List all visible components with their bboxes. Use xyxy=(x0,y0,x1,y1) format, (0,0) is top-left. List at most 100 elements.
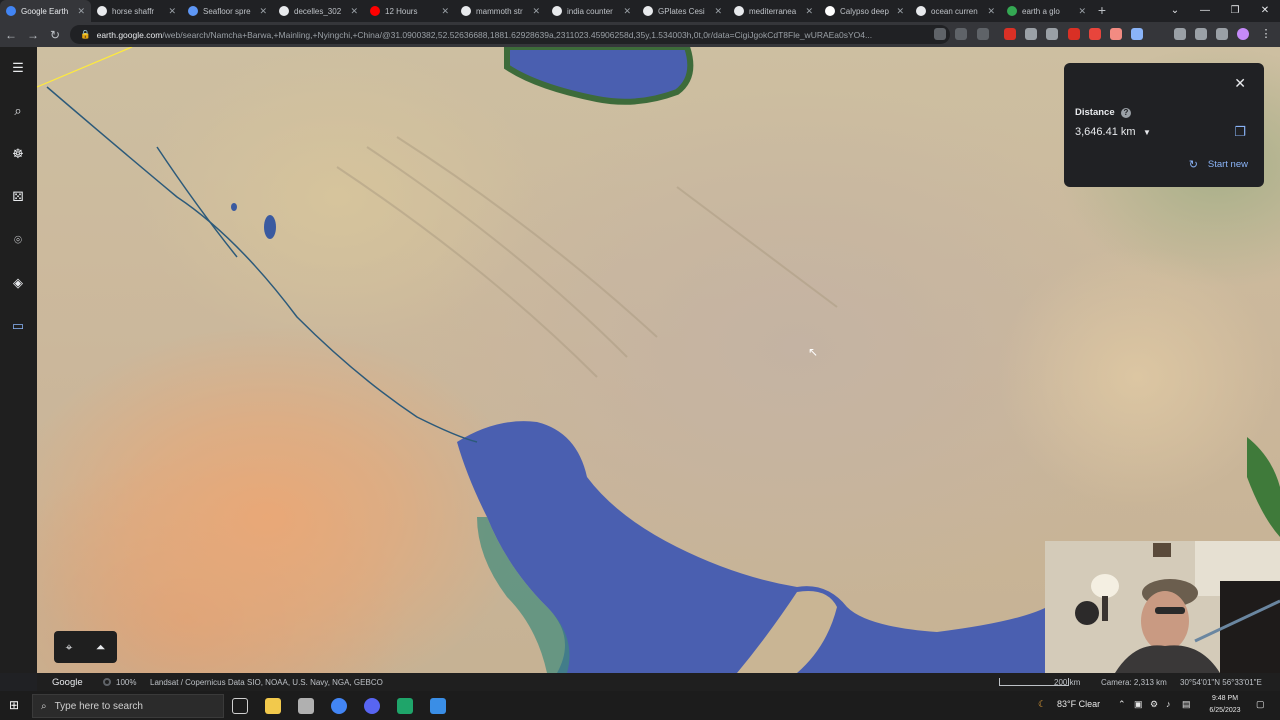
menu-icon[interactable]: ☰ xyxy=(9,59,27,77)
windows-start-icon[interactable]: ⊞ xyxy=(9,699,22,712)
browser-tab[interactable]: Calypso deep ✕ xyxy=(819,0,910,22)
tab-close-icon[interactable]: ✕ xyxy=(987,6,995,17)
tab-label: 12 Hours xyxy=(385,6,418,16)
tab-close-icon[interactable]: ✕ xyxy=(532,6,540,17)
extension-icon-5[interactable] xyxy=(1089,28,1101,40)
tab-label: mammoth str xyxy=(476,6,523,16)
reading-list-icon[interactable] xyxy=(1195,28,1207,40)
weather-text[interactable]: 83°F Clear xyxy=(1057,699,1100,709)
tab-close-icon[interactable]: ✕ xyxy=(896,6,904,17)
refresh-icon: ↻ xyxy=(1188,159,1198,171)
app-icon-paint[interactable] xyxy=(298,698,314,714)
browser-tab[interactable]: 12 Hours ✕ xyxy=(364,0,455,22)
browser-tab[interactable]: mammoth str ✕ xyxy=(455,0,546,22)
app-icon-blue[interactable] xyxy=(430,698,446,714)
notifications-icon[interactable]: ▢ xyxy=(1256,699,1265,710)
minimize-button[interactable]: — xyxy=(1190,0,1220,22)
more-menu-icon[interactable]: ⋮ xyxy=(1260,28,1272,40)
terrain-3d-icon[interactable]: ⏶ xyxy=(96,640,106,655)
search-icon[interactable]: ⌕ xyxy=(9,102,27,120)
caspian-sea xyxy=(504,47,694,105)
tab-search-icon[interactable]: ⌄ xyxy=(1160,0,1190,22)
close-icon[interactable]: ✕ xyxy=(1234,75,1246,92)
map-status-bar: Google 100% Landsat / Copernicus Data SI… xyxy=(37,673,1280,691)
browser-tab[interactable]: Google Earth ✕ xyxy=(0,0,91,22)
scale-label: 200 km xyxy=(1054,677,1081,687)
side-panel-icon[interactable] xyxy=(1216,28,1228,40)
unit-dropdown-icon[interactable]: ▼ xyxy=(1143,128,1151,137)
maximize-button[interactable]: ❐ xyxy=(1220,0,1250,22)
tab-bar: Google Earth ✕ horse shaffr ✕ Seafloor spre ✕… xyxy=(0,0,1280,22)
share-icon[interactable] xyxy=(955,28,967,40)
feeling-lucky-icon[interactable]: ⚄ xyxy=(9,188,27,206)
extension-icon-7[interactable] xyxy=(1131,28,1143,40)
taskbar-search-placeholder: Type here to search xyxy=(54,700,143,712)
install-app-icon[interactable] xyxy=(934,28,946,40)
app-icon-green[interactable] xyxy=(397,698,413,714)
browser-tab[interactable]: horse shaffr ✕ xyxy=(91,0,182,22)
weather-icon: ☾ xyxy=(1038,699,1047,709)
profile-avatar[interactable] xyxy=(1237,28,1249,40)
tab-close-icon[interactable]: ✕ xyxy=(1078,6,1086,17)
browser-tab[interactable]: decelles_302 ✕ xyxy=(273,0,364,22)
start-new-button[interactable]: Start new xyxy=(1208,159,1248,170)
projects-icon[interactable]: ⌾ xyxy=(9,231,27,249)
chrome-icon[interactable] xyxy=(331,698,347,714)
tab-close-icon[interactable]: ✕ xyxy=(623,6,631,17)
measure-icon[interactable]: ▭ xyxy=(9,317,27,335)
clock-time[interactable]: 9:48 PM xyxy=(1202,695,1248,702)
browser-tab[interactable]: india counter ✕ xyxy=(546,0,637,22)
window-close-button[interactable]: ✕ xyxy=(1250,0,1280,22)
extension-icon-6[interactable] xyxy=(1110,28,1122,40)
tab-close-icon[interactable]: ✕ xyxy=(441,6,449,17)
copy-icon[interactable]: ❐ xyxy=(1234,124,1246,140)
volume-icon[interactable]: ♪ xyxy=(1166,699,1171,709)
taskbar-search-box[interactable]: ⌕ Type here to search xyxy=(32,694,224,718)
browser-tab[interactable]: Seafloor spre ✕ xyxy=(182,0,273,22)
clock-date[interactable]: 6/25/2023 xyxy=(1202,707,1248,714)
attribution-text[interactable]: Landsat / Copernicus Data SIO, NOAA, U.S… xyxy=(150,678,383,687)
tray-chevron-icon[interactable]: ⌃ xyxy=(1118,699,1126,710)
browser-tab[interactable]: GPlates Cesi ✕ xyxy=(637,0,728,22)
address-bar[interactable]: 🔒 earth.google.com /web/search/Namcha+Ba… xyxy=(70,25,950,44)
extensions-puzzle-icon[interactable] xyxy=(1174,28,1186,40)
tigris-river xyxy=(46,86,478,443)
pegman-icon[interactable]: ⌖ xyxy=(66,640,73,655)
tab-label: Calypso deep xyxy=(840,6,889,16)
file-explorer-icon[interactable] xyxy=(265,698,281,714)
help-icon[interactable]: ? xyxy=(1121,108,1131,118)
tab-favicon-icon xyxy=(461,6,471,16)
tab-favicon-icon xyxy=(916,6,926,16)
forward-icon[interactable]: → xyxy=(22,28,44,42)
tab-label: Seafloor spre xyxy=(203,6,251,16)
webcam-scene xyxy=(1045,541,1280,673)
extension-icon-3[interactable] xyxy=(1046,28,1058,40)
browser-tab[interactable]: ocean curren ✕ xyxy=(910,0,1001,22)
task-view-icon[interactable] xyxy=(232,698,248,714)
map-style-icon[interactable]: ◈ xyxy=(9,274,27,292)
tray-icon-1[interactable]: ▣ xyxy=(1134,699,1143,710)
back-icon[interactable]: ← xyxy=(0,28,22,42)
browser-tab[interactable]: mediterranea ✕ xyxy=(728,0,819,22)
bookmark-star-icon[interactable] xyxy=(977,28,989,40)
extension-icon-1[interactable] xyxy=(1004,28,1016,40)
extension-icon-4[interactable] xyxy=(1068,28,1080,40)
extension-icon-2[interactable] xyxy=(1025,28,1037,40)
new-tab-button[interactable]: + xyxy=(1092,0,1112,22)
voyager-icon[interactable]: ☸ xyxy=(9,145,27,163)
reload-icon[interactable]: ↻ xyxy=(44,28,66,42)
tab-close-icon[interactable]: ✕ xyxy=(168,6,176,17)
tab-close-icon[interactable]: ✕ xyxy=(259,6,267,17)
tray-icon-2[interactable]: ⚙ xyxy=(1150,699,1158,710)
browser-tab[interactable]: earth a glo ✕ xyxy=(1001,0,1092,22)
tab-close-icon[interactable]: ✕ xyxy=(714,6,722,17)
tab-close-icon[interactable]: ✕ xyxy=(350,6,358,17)
tab-close-icon[interactable]: ✕ xyxy=(77,6,85,17)
earth-sidebar: ☰ ⌕ ☸ ⚄ ⌾ ◈ ▭ xyxy=(0,47,37,673)
discord-icon[interactable] xyxy=(364,698,380,714)
zagros-ridges xyxy=(336,136,838,378)
network-icon[interactable]: ▤ xyxy=(1182,699,1191,710)
tab-close-icon[interactable]: ✕ xyxy=(805,6,813,17)
tab-favicon-icon xyxy=(97,6,107,16)
coordinates: 30°54'01"N 56°33'01"E xyxy=(1180,677,1262,687)
